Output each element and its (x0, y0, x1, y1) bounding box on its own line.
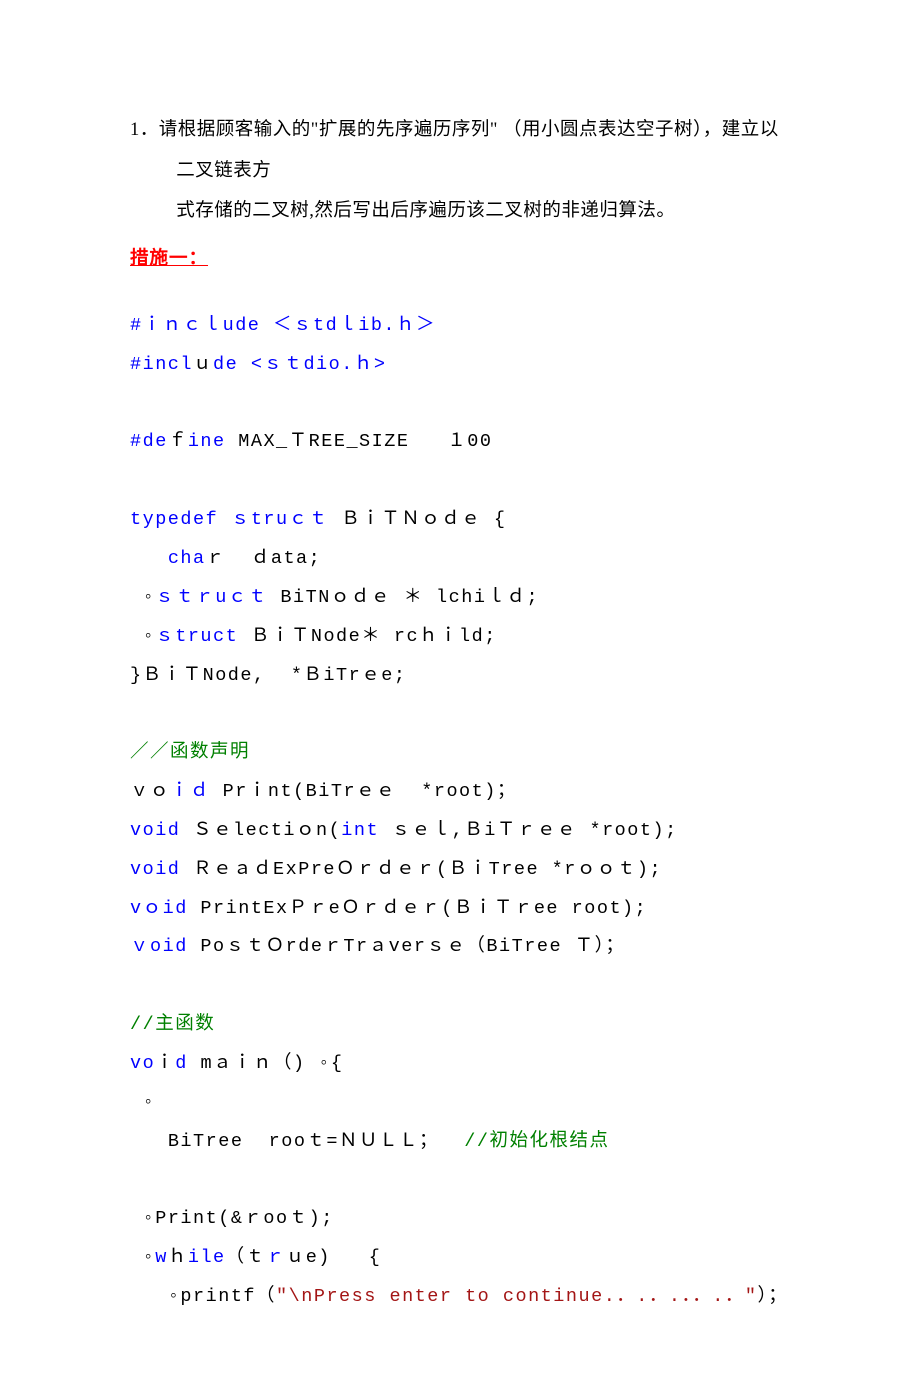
code-seg: ｉｄ (170, 781, 210, 802)
code-line: ｓtruct (155, 626, 238, 647)
question-number: 1． (130, 120, 159, 140)
code-seg: de <ｓｔdio.ｈ> (213, 354, 386, 375)
code-string: "\nPress enter to continue.．.．.．．.．" (276, 1286, 757, 1307)
code-line: vｏid (130, 898, 188, 919)
code-seg: ile (188, 1247, 226, 1268)
code-seg: d (175, 1053, 188, 1074)
code-seg: MAX_ＴREE_SIZE １00 (226, 431, 493, 452)
code-seg: ine (188, 431, 226, 452)
code-seg: { (331, 1053, 344, 1074)
code-seg: int (341, 820, 379, 841)
code-seg: BiTNｏｄｅ ＊ lchiｌｄ; (268, 587, 539, 608)
code-seg: ｄata; (226, 548, 322, 569)
question-line-1: 请根据顾客输入的"扩展的先序遍历序列" （用小圆点表达空子树），建立以二叉链表方 (159, 120, 779, 181)
code-seg: PoｓｔＯrdeｒTrａverｓｅ（BiTree Ｔ）； (188, 936, 626, 957)
code-seg: ｓｅｌ,ＢiＴｒｅｅ *root); (379, 820, 678, 841)
code-line: ｖoid (130, 936, 188, 957)
code-seg: PrintExＰｒeＯｒｄｅｒ(ＢｉＴｒee root); (188, 898, 647, 919)
code-seg: ＲｅａｄExPreＯｒｄｅｒ(ＢｉTree *rｏｏｔ); (180, 859, 662, 880)
code-seg: ）； (757, 1286, 788, 1307)
code-line: }ＢｉＴNode, *ＢiTrｅe; (130, 665, 406, 686)
code-seg: Ｓｅlectiｏn( (180, 820, 341, 841)
code-line: #incl (130, 354, 193, 375)
code-line: ｓｔｒuｃｔ (155, 587, 268, 608)
question-line-2: 式存储的二叉树,然后写出后序遍历该二叉树的非递归算法。 (176, 201, 675, 221)
code-seg: ｒ (266, 1247, 286, 1268)
code-line: cha (130, 548, 206, 569)
code-line: void (130, 820, 180, 841)
document-page: 1．请根据顾客输入的"扩展的先序遍历序列" （用小圆点表达空子树），建立以二叉链… (0, 0, 920, 1377)
code-seg: ＢｉＴNode＊ rcｈｉld; (238, 626, 497, 647)
code-seg: ｕ (193, 354, 213, 375)
code-seg: ｖｏ (130, 781, 170, 802)
code-line: void (130, 859, 180, 880)
code-seg: vo (130, 1053, 155, 1074)
code-seg: printf（ (180, 1286, 276, 1307)
code-comment: //主函数 (130, 1014, 215, 1035)
code-seg: ｕe) { (286, 1247, 382, 1268)
code-seg: ＢｉＴＮｏｄｅ { (329, 509, 507, 530)
code-seg: （ｔ (226, 1247, 266, 1268)
code-seg: w (155, 1247, 168, 1268)
code-line: typedef (130, 509, 218, 530)
code-seg: ｉ (155, 1053, 175, 1074)
code-seg: ｓtruｃｔ (218, 509, 328, 530)
code-seg: ｆ (168, 431, 188, 452)
code-seg: ｒ (206, 548, 226, 569)
code-seg: Prｉnt(BiTrｅｅ *root)； (210, 781, 517, 802)
code-line: BiTree rooｔ=ＮＵＬＬ； (130, 1131, 464, 1152)
code-comment: //初始化根结点 (464, 1131, 609, 1152)
code-comment: ／／函数声明 (130, 742, 250, 763)
code-block: #ｉｎｃｌude ＜ｓtdｌib.ｈ＞ #inclｕde <ｓｔdio.ｈ> #… (130, 307, 790, 1317)
question-block: 1．请根据顾客输入的"扩展的先序遍历序列" （用小圆点表达空子树），建立以二叉链… (130, 110, 790, 232)
code-line: #de (130, 431, 168, 452)
code-line: #ｉｎｃｌude ＜ｓtdｌib.ｈ＞ (130, 315, 436, 336)
code-line: Print(&ｒooｔ); (155, 1208, 334, 1229)
code-seg: ｈ (168, 1247, 188, 1268)
method-label: 措施一： (130, 240, 790, 279)
code-seg: mａｉｎ（) (188, 1053, 306, 1074)
